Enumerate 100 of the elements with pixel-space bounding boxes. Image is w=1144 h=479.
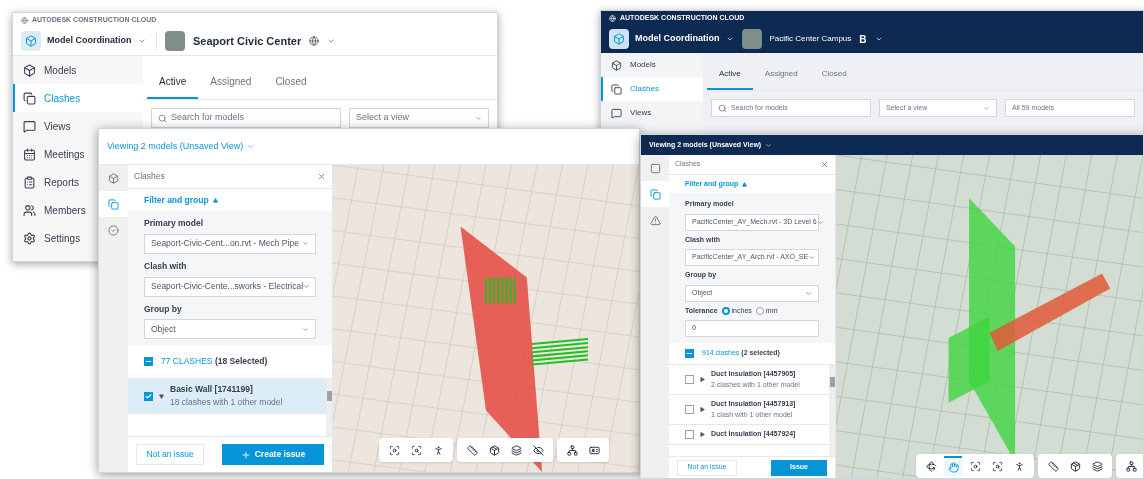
globe-icon — [309, 36, 320, 46]
caret-right-icon[interactable] — [700, 377, 705, 382]
sidebar-item[interactable]: Models — [13, 56, 85, 84]
stacked-squares-icon — [108, 198, 119, 210]
project-name[interactable]: Seaport Civic Center — [193, 32, 302, 50]
plus-icon — [240, 449, 251, 460]
speech-bubble-icon — [23, 119, 36, 133]
secondary-button[interactable]: Not an issue — [136, 444, 204, 465]
zoom-window-icon — [991, 460, 1003, 472]
speech-bubble-icon — [611, 107, 622, 119]
tab[interactable]: Assigned — [752, 68, 810, 90]
brand-logo-icon — [609, 14, 616, 22]
caret-icon — [983, 104, 990, 112]
hand-icon — [947, 461, 959, 473]
caret-icon — [765, 141, 773, 149]
sidebar-item[interactable]: Clashes — [601, 77, 703, 101]
sidebar-item[interactable]: Clashes — [13, 84, 143, 112]
search-field[interactable]: Search for models — [151, 108, 341, 128]
caret-icon — [302, 240, 309, 248]
checkbox[interactable] — [685, 349, 694, 358]
cube-icon — [611, 59, 622, 71]
viewer-title[interactable]: Viewing 2 models (Unsaved View) — [107, 139, 244, 154]
stacked-squares-icon — [23, 91, 36, 105]
dropdown-field[interactable]: Seaport-Civic-Cente...sworks - Electrical — [144, 276, 316, 297]
field-label: Group by — [144, 302, 183, 316]
focus-icon — [388, 444, 400, 456]
tab[interactable]: Closed — [263, 74, 319, 99]
row-subtitle: 18 clashes with 1 other model — [170, 396, 283, 409]
photo-placeholder — [165, 31, 185, 51]
person-icon — [432, 444, 444, 456]
clipboard-icon — [23, 175, 36, 189]
sidebar-item[interactable]: Views — [601, 101, 660, 125]
checkbox[interactable] — [685, 375, 694, 384]
caret-icon — [247, 143, 255, 150]
clash-row[interactable]: Basic Wall [1741199] 18 clashes with 1 other model — [128, 379, 326, 414]
photo-placeholder — [741, 29, 762, 49]
dropdown-field[interactable]: Seaport-Civic-Cent...on.rvt - Mech Pipe — [144, 233, 316, 254]
caret-right-icon[interactable] — [700, 431, 705, 437]
scrollbar[interactable] — [326, 379, 332, 436]
stacked-squares-icon — [649, 188, 661, 200]
properties-icon — [588, 444, 600, 456]
tab[interactable]: Assigned — [198, 74, 264, 99]
field-label: Primary model — [144, 217, 205, 230]
focus-icon — [969, 460, 981, 472]
cube-icon — [1069, 460, 1081, 472]
sidebar-item[interactable]: Settings — [13, 224, 89, 252]
close-icon[interactable] — [317, 172, 326, 181]
tab[interactable]: Active — [707, 68, 753, 90]
caret-right-icon[interactable] — [700, 407, 705, 412]
scrollbar[interactable] — [829, 365, 835, 456]
caret-icon — [805, 289, 812, 297]
module-name: Model Coordination — [635, 32, 720, 46]
check-circle-icon — [108, 224, 119, 236]
calendar-icon — [23, 147, 36, 161]
ruler-icon — [466, 444, 478, 456]
person-icon — [1013, 460, 1025, 472]
project-name[interactable]: Pacific Center Campus — [769, 33, 852, 45]
checkbox[interactable] — [144, 357, 153, 367]
caret-up-icon — [742, 181, 748, 187]
tab[interactable]: Closed — [809, 68, 859, 90]
minus-icon — [686, 350, 693, 357]
caret-icon — [303, 283, 311, 290]
ruler-icon — [1047, 460, 1059, 472]
caret-icon — [302, 325, 309, 333]
project-initial: B — [859, 32, 867, 47]
check-icon — [145, 392, 152, 400]
sidebar-item[interactable]: Meetings — [13, 140, 93, 168]
caret-down-icon[interactable] — [159, 393, 164, 399]
checkbox[interactable] — [685, 405, 694, 414]
sidebar-item[interactable]: Members — [13, 196, 94, 224]
checkbox[interactable] — [685, 429, 694, 439]
module-switcher[interactable]: Model Coordination — [21, 31, 157, 51]
radio-button[interactable] — [755, 306, 764, 315]
caret-icon — [137, 37, 146, 45]
hierarchy-icon — [566, 444, 578, 456]
module-switcher[interactable]: Model Coordination — [609, 29, 734, 49]
hierarchy-icon — [1125, 460, 1137, 472]
search-icon — [158, 113, 167, 123]
caret-up-icon — [212, 197, 218, 203]
radio-button[interactable] — [721, 306, 730, 315]
cube-icon — [488, 444, 500, 456]
module-name: Model Coordination — [47, 34, 132, 48]
view-select[interactable]: Select a view — [349, 108, 489, 128]
zoom-window-icon — [410, 444, 422, 456]
checkbox[interactable] — [144, 391, 153, 401]
sidebar-item[interactable]: Reports — [13, 168, 87, 196]
tab[interactable]: Active — [147, 74, 199, 99]
brand-logo-icon — [21, 16, 28, 24]
caret-icon — [725, 35, 734, 43]
settings-icon — [23, 231, 36, 245]
clash-count: 77 CLASHES (18 Selected) — [161, 355, 268, 369]
search-icon — [718, 103, 727, 113]
panel-title: Clashes — [134, 170, 165, 183]
caret-icon — [327, 37, 336, 45]
people-icon — [23, 203, 36, 217]
dropdown-field[interactable]: Object — [144, 319, 316, 340]
caret-icon — [874, 35, 883, 43]
close-icon[interactable] — [820, 160, 829, 169]
sidebar-item[interactable]: Views — [13, 112, 79, 140]
sidebar-item[interactable]: Models — [601, 53, 664, 77]
